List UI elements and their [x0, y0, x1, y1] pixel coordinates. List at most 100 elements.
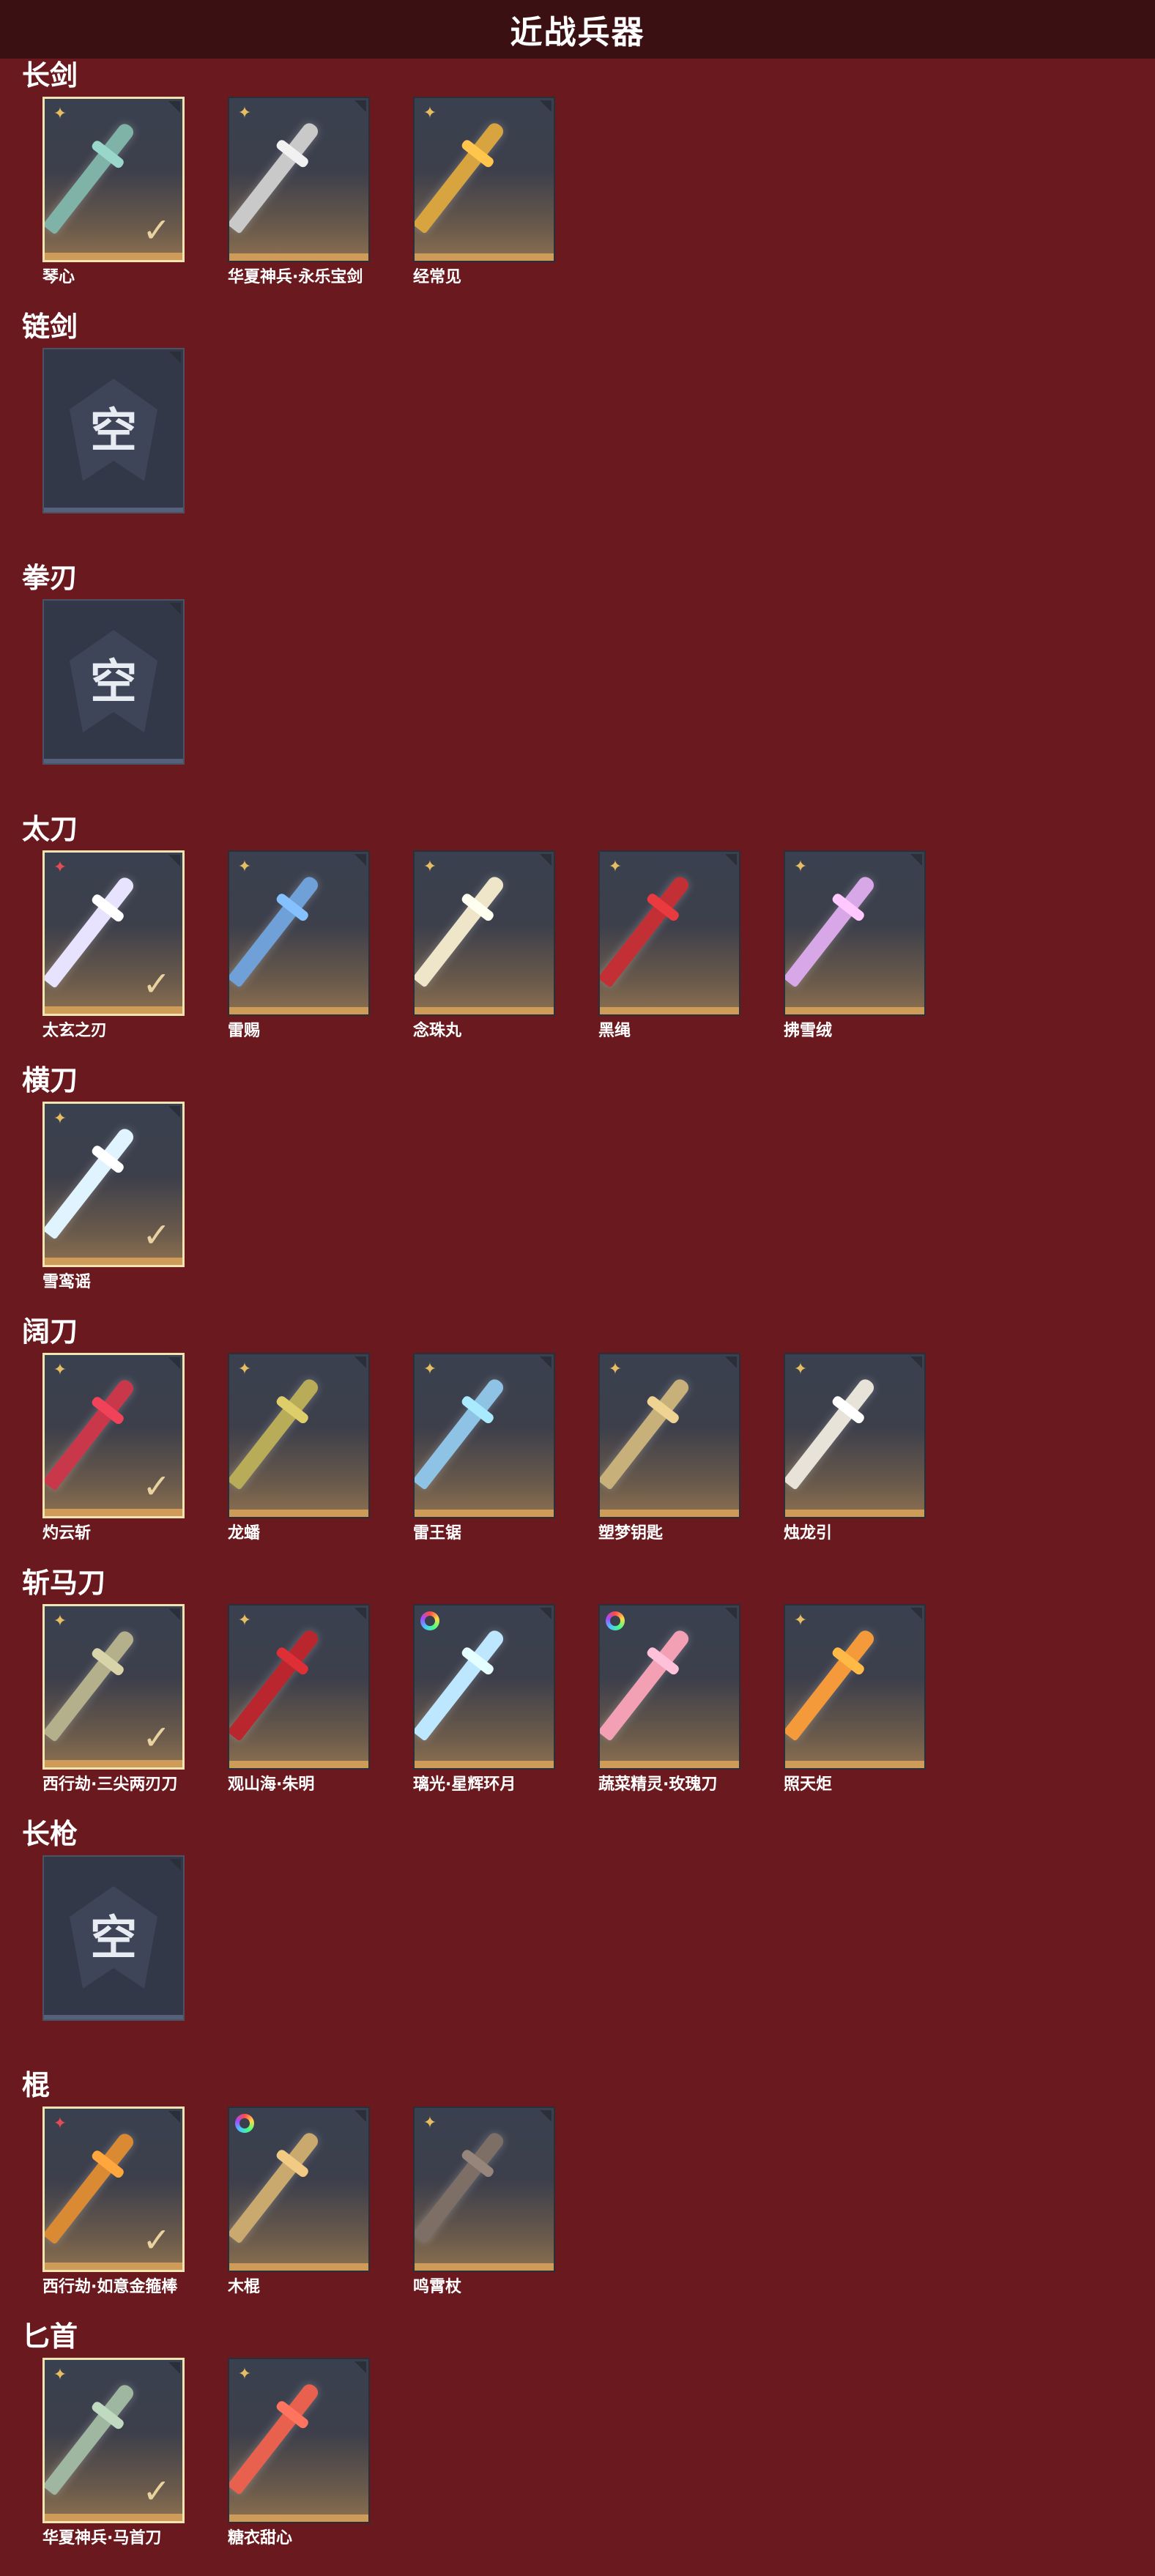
corner-tab-icon	[910, 1608, 922, 1619]
weapon-card[interactable]: ✦ ✓ 太玄之刃	[42, 850, 185, 1040]
weapon-card[interactable]: ✦ ✓ 灼云斩	[42, 1353, 185, 1543]
gold-star-rarity-icon: ✦	[423, 2114, 437, 2132]
category-title: 长剑	[22, 59, 78, 92]
weapon-tile[interactable]: ✦	[598, 1353, 740, 1518]
tile-base-strip	[415, 1510, 554, 1517]
weapon-card[interactable]: ✦ 照天炬	[784, 1604, 926, 1794]
weapon-tile[interactable]	[413, 1604, 555, 1770]
empty-weapon-slot[interactable]: 空	[42, 348, 185, 531]
weapon-card[interactable]: ✦ 观山海·朱明	[228, 1604, 370, 1794]
weapon-card[interactable]: 璃光·星辉环月	[413, 1604, 555, 1794]
weapon-image	[415, 1376, 507, 1491]
corner-tab-icon	[168, 855, 180, 866]
weapon-tile[interactable]: ✦	[784, 1604, 926, 1770]
weapon-tile[interactable]: ✦	[228, 850, 370, 1016]
weapon-tile[interactable]: ✦ ✓	[42, 97, 185, 262]
weapon-card[interactable]: ✦ 念珠丸	[413, 850, 555, 1040]
corner-tab-icon	[354, 1356, 366, 1368]
empty-slot-tile[interactable]: 空	[42, 599, 185, 765]
weapon-tile[interactable]: ✦ ✓	[42, 1353, 185, 1518]
weapon-tile[interactable]: ✦	[228, 2358, 370, 2523]
corner-tab-icon	[168, 1357, 180, 1369]
tile-base-strip	[45, 1509, 182, 1516]
weapon-card[interactable]: ✦ ✓ 雪鸾谣	[42, 1102, 185, 1291]
gold-star-rarity-icon: ✦	[793, 1611, 808, 1630]
weapon-card[interactable]: ✦ ✓ 琴心	[42, 97, 185, 286]
weapon-tile[interactable]: ✦	[413, 97, 555, 262]
weapon-image	[415, 874, 507, 988]
gold-star-rarity-icon: ✦	[53, 105, 67, 123]
weapon-name: 龙蟠	[228, 1524, 261, 1543]
gold-star-rarity-icon: ✦	[237, 858, 252, 876]
gold-star-rarity-icon: ✦	[53, 1361, 67, 1379]
weapon-tile[interactable]: ✦ ✓	[42, 2107, 185, 2272]
weapon-tile[interactable]: ✦	[598, 850, 740, 1016]
weapon-tile[interactable]: ✦	[413, 850, 555, 1016]
empty-weapon-slot[interactable]: 空	[42, 1855, 185, 2038]
weapon-card[interactable]: ✦ ✓ 华夏神兵·马首刀	[42, 2358, 185, 2547]
weapon-card[interactable]: ✦ ✓ 西行劫·如意金箍棒	[42, 2107, 185, 2296]
gold-star-rarity-icon: ✦	[608, 858, 623, 876]
weapon-card[interactable]: 木棍	[228, 2107, 370, 2296]
weapon-tile[interactable]: ✦	[228, 1353, 370, 1518]
corner-tab-icon	[168, 2111, 180, 2123]
weapon-tile[interactable]: ✦ ✓	[42, 850, 185, 1016]
category-title: 棍	[22, 2069, 51, 2101]
weapon-card[interactable]: ✦ 黑绳	[598, 850, 740, 1040]
weapon-tile[interactable]	[228, 2107, 370, 2272]
weapon-category: 匕首 ✦ ✓ 华夏神兵·马首刀 ✦ 糖衣甜心	[0, 2320, 1155, 2571]
weapon-name: 观山海·朱明	[228, 1775, 315, 1794]
category-title: 链剑	[22, 311, 78, 343]
weapon-card[interactable]: ✦ 烛龙引	[784, 1353, 926, 1543]
weapon-tile[interactable]: ✦ ✓	[42, 1604, 185, 1770]
weapon-name: 木棍	[228, 2278, 261, 2296]
weapon-card[interactable]: ✦ 华夏神兵·永乐宝剑	[228, 97, 370, 286]
weapon-card[interactable]: ✦ 糖衣甜心	[228, 2358, 370, 2547]
weapon-card[interactable]: ✦ 龙蟠	[228, 1353, 370, 1543]
tile-base-strip	[45, 1258, 182, 1265]
weapon-card[interactable]: ✦ 经常见	[413, 97, 555, 286]
weapon-image	[415, 120, 507, 234]
weapon-tile[interactable]: ✦	[413, 1353, 555, 1518]
weapon-card[interactable]: 蔬菜精灵·玫瑰刀	[598, 1604, 740, 1794]
weapon-image	[229, 1376, 322, 1491]
gold-star-rarity-icon: ✦	[423, 104, 437, 122]
weapon-tile[interactable]: ✦	[413, 2107, 555, 2272]
weapon-card[interactable]: ✦ 雷赐	[228, 850, 370, 1040]
weapon-tile[interactable]: ✦	[228, 97, 370, 262]
weapon-category: 斩马刀 ✦ ✓ 西行劫·三尖两刃刀 ✦ 观山海·朱明 璃光·星辉环月 蔬菜精灵·玫瑰刀 ✦ 照天炬	[0, 1566, 1155, 1817]
weapon-category: 棍 ✦ ✓ 西行劫·如意金箍棒木棍 ✦ 鸣霄杖	[0, 2068, 1155, 2320]
corner-tab-icon	[169, 603, 181, 615]
gold-star-rarity-icon: ✦	[423, 858, 437, 876]
weapon-name: 华夏神兵·马首刀	[42, 2529, 162, 2547]
weapon-card[interactable]: ✦ 雷王锯	[413, 1353, 555, 1543]
red-star-rarity-icon: ✦	[53, 2115, 67, 2133]
weapon-name: 雷王锯	[413, 1524, 462, 1543]
empty-weapon-slot[interactable]: 空	[42, 599, 185, 782]
empty-slot-tile[interactable]: 空	[42, 348, 185, 513]
corner-tab-icon	[354, 2361, 366, 2373]
gold-star-rarity-icon: ✦	[237, 104, 252, 122]
weapon-image	[229, 874, 322, 988]
weapon-tile[interactable]: ✦	[784, 1353, 926, 1518]
weapon-card[interactable]: ✦ 塑梦钥匙	[598, 1353, 740, 1543]
corner-tab-icon	[168, 2362, 180, 2374]
tile-base-strip	[600, 1007, 739, 1014]
weapon-tile[interactable]: ✦	[228, 1604, 370, 1770]
weapon-tile[interactable]: ✦ ✓	[42, 1102, 185, 1267]
corner-tab-icon	[910, 1356, 922, 1368]
weapon-tile[interactable]: ✦ ✓	[42, 2358, 185, 2523]
gold-star-rarity-icon: ✦	[237, 2365, 252, 2383]
equipped-check-icon: ✓	[142, 964, 171, 1003]
weapon-tile[interactable]	[598, 1604, 740, 1770]
weapon-tile[interactable]: ✦	[784, 850, 926, 1016]
empty-slot-tile[interactable]: 空	[42, 1855, 185, 2021]
weapon-card[interactable]: ✦ 鸣霄杖	[413, 2107, 555, 2296]
tile-base-strip	[44, 759, 183, 763]
weapon-card[interactable]: ✦ 拂雪绒	[784, 850, 926, 1040]
corner-tab-icon	[169, 352, 181, 363]
corner-tab-icon	[169, 1859, 181, 1871]
equipped-check-icon: ✓	[142, 1718, 171, 1757]
weapon-card[interactable]: ✦ ✓ 西行劫·三尖两刃刀	[42, 1604, 185, 1794]
corner-tab-icon	[168, 1106, 180, 1118]
